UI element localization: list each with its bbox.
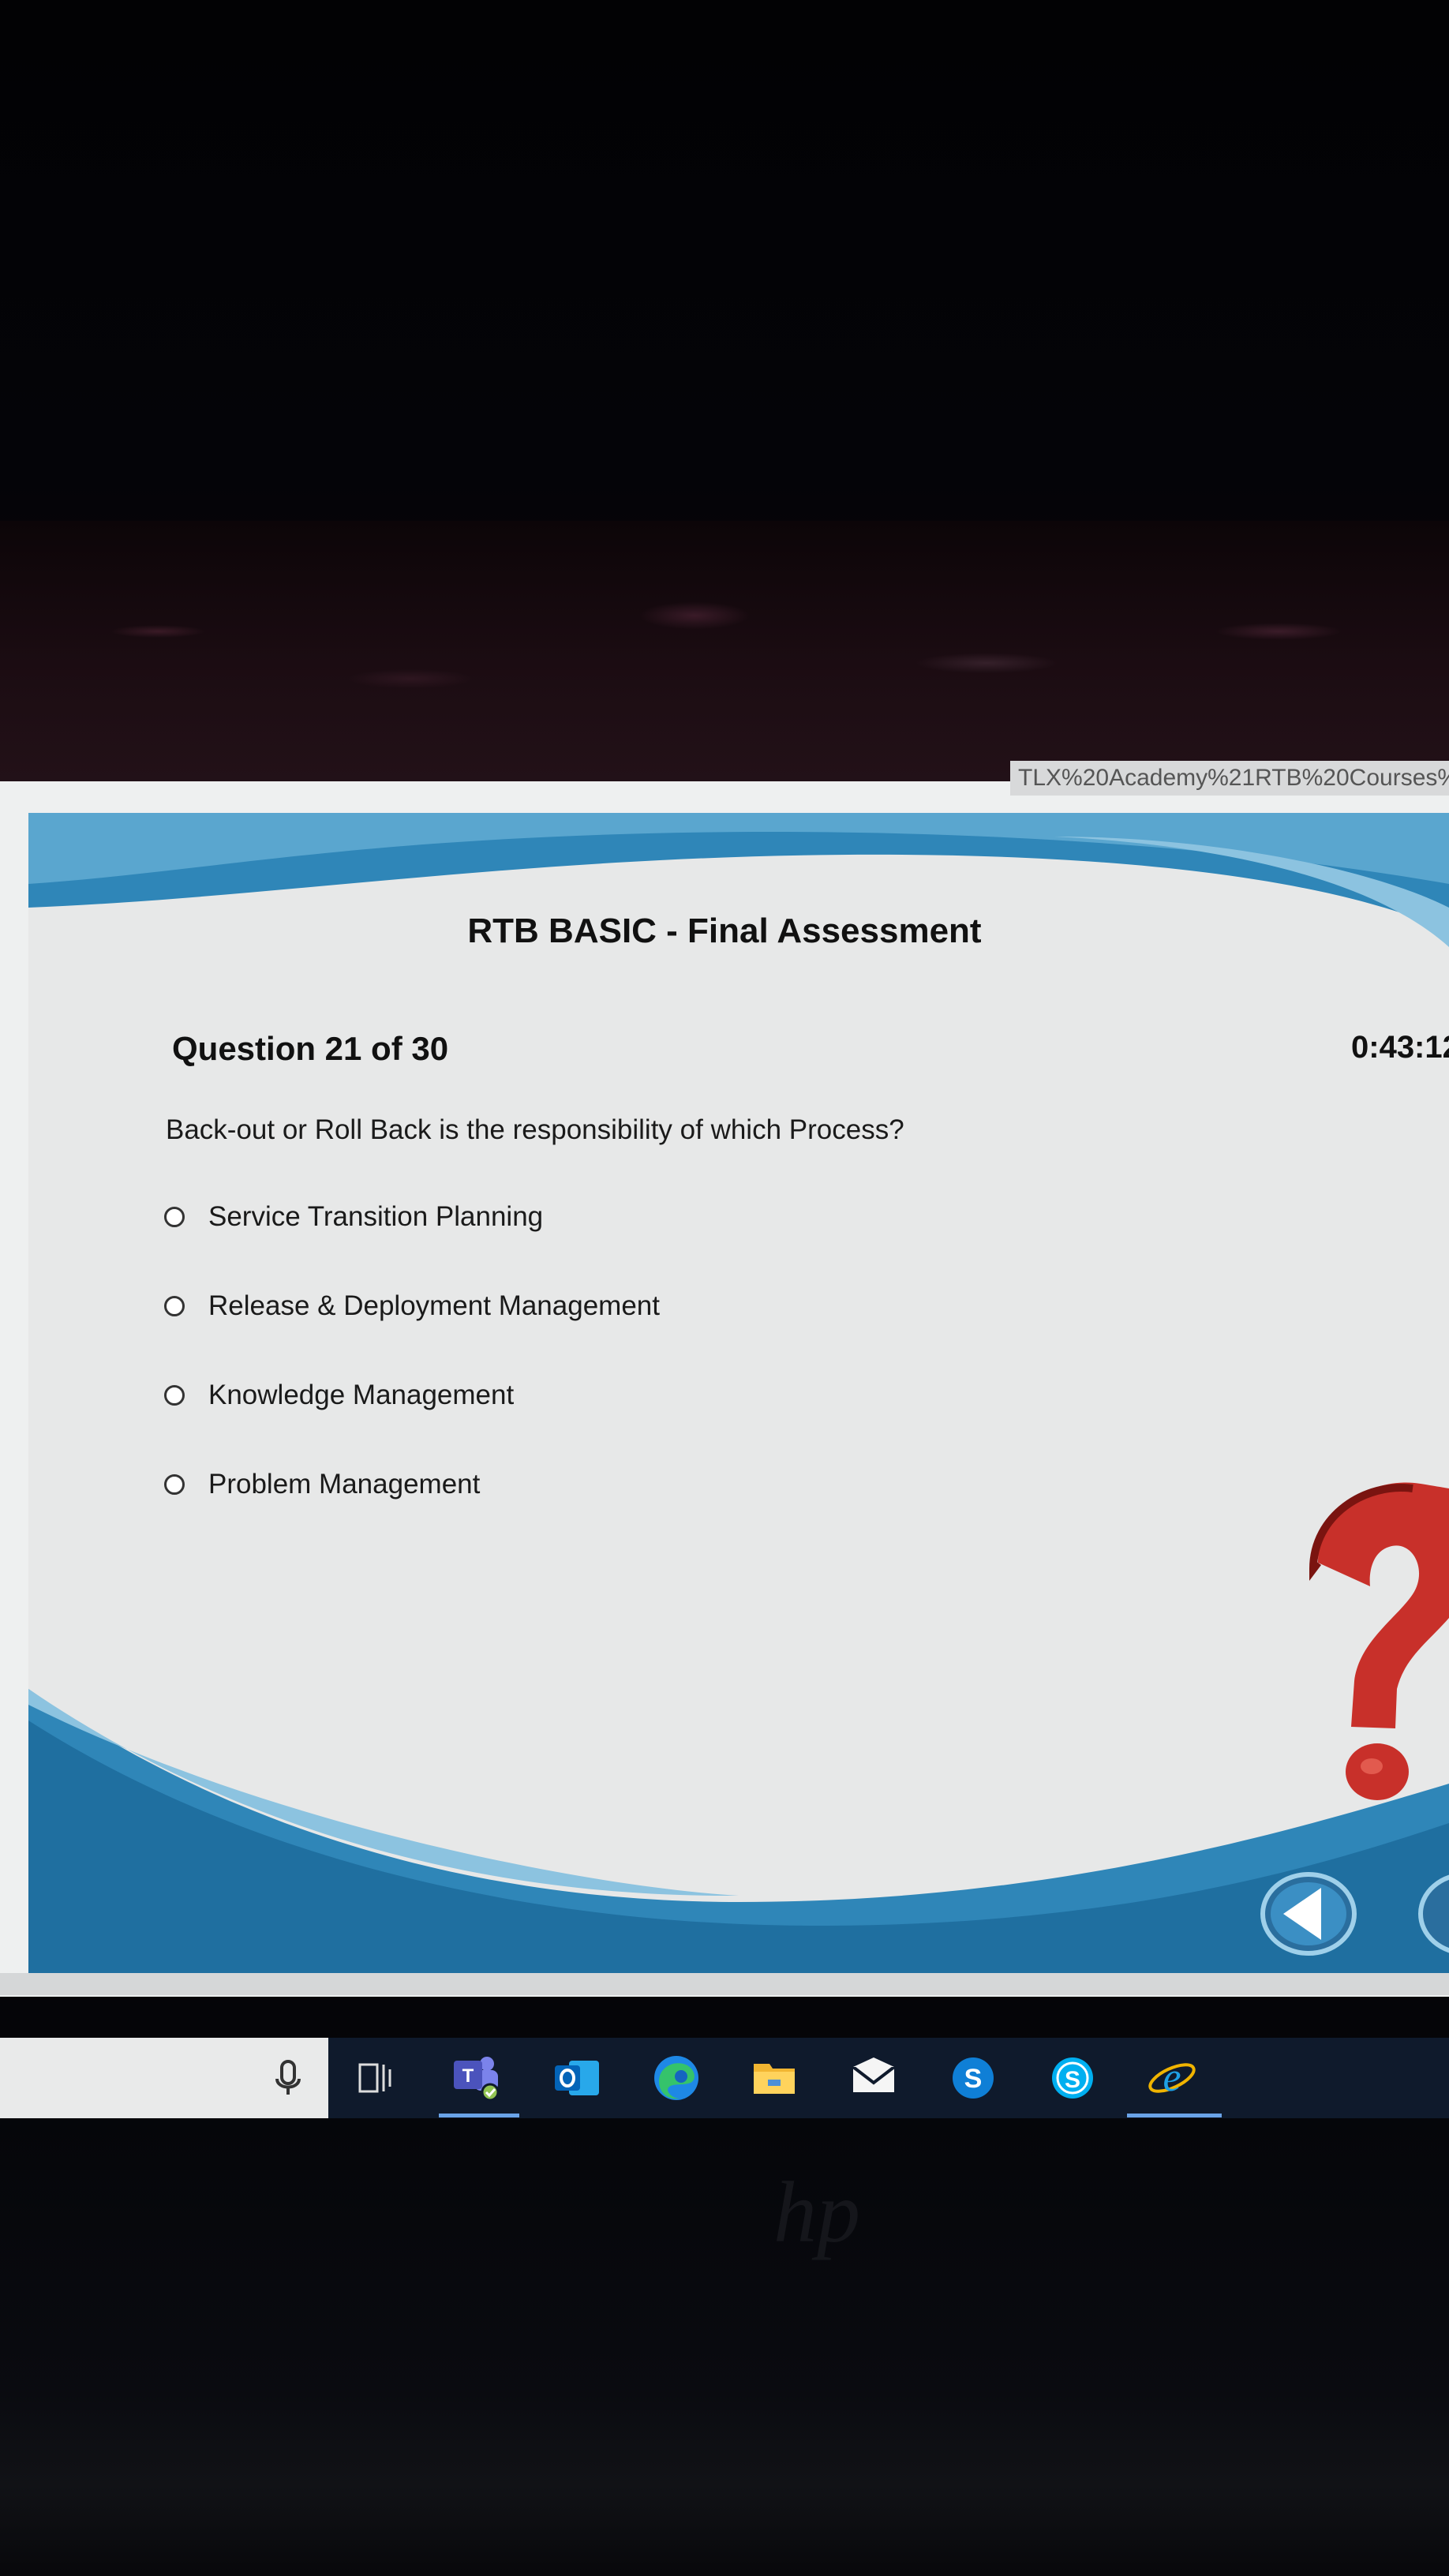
svg-text:e: e bbox=[1163, 2055, 1181, 2100]
option-label: Release & Deployment Management bbox=[208, 1290, 660, 1321]
question-mark-icon bbox=[1309, 1482, 1449, 1800]
microphone-icon[interactable] bbox=[262, 2052, 314, 2104]
option-problem-management[interactable]: Problem Management bbox=[164, 1469, 480, 1500]
quiz-title: RTB BASIC - Final Assessment bbox=[467, 912, 982, 950]
outlook-icon[interactable] bbox=[551, 2052, 603, 2104]
radio-button[interactable] bbox=[164, 1296, 185, 1316]
screen-divider bbox=[0, 1973, 1449, 1995]
hp-logo: hp bbox=[773, 2164, 860, 2260]
svg-text:S: S bbox=[964, 2064, 983, 2094]
file-explorer-icon[interactable] bbox=[748, 2052, 800, 2104]
task-view-icon[interactable] bbox=[349, 2052, 401, 2104]
option-label: Knowledge Management bbox=[208, 1380, 515, 1410]
bottom-banner bbox=[28, 1689, 1449, 1973]
option-release-deployment-management[interactable]: Release & Deployment Management bbox=[164, 1290, 660, 1322]
svg-text:S: S bbox=[1065, 2067, 1080, 2093]
radio-button[interactable] bbox=[164, 1385, 185, 1406]
question-text: Back-out or Roll Back is the responsibil… bbox=[166, 1114, 904, 1145]
url-text: TLX%20Academy%21RTB%20Courses%2f bbox=[1018, 765, 1449, 791]
laptop-bezel bbox=[0, 2118, 1449, 2576]
edge-icon[interactable] bbox=[650, 2052, 702, 2104]
option-label: Service Transition Planning bbox=[208, 1201, 544, 1232]
teams-icon[interactable]: T bbox=[450, 2052, 502, 2104]
skype-icon[interactable]: S bbox=[1046, 2052, 1099, 2104]
option-label: Problem Management bbox=[208, 1469, 481, 1500]
previous-button[interactable] bbox=[1260, 1870, 1357, 1957]
option-service-transition-planning[interactable]: Service Transition Planning bbox=[164, 1201, 543, 1233]
internet-explorer-icon[interactable]: e bbox=[1146, 2052, 1198, 2104]
question-counter: Question 21 of 30 bbox=[172, 1030, 449, 1067]
teams-active-indicator bbox=[439, 2114, 519, 2117]
next-button[interactable] bbox=[1417, 1870, 1449, 1957]
radio-button[interactable] bbox=[164, 1207, 185, 1227]
mail-icon[interactable] bbox=[848, 2052, 900, 2104]
svg-text:T: T bbox=[462, 2065, 474, 2087]
radio-button[interactable] bbox=[164, 1474, 185, 1495]
countdown-timer: 0:43:12 bbox=[1351, 1030, 1449, 1065]
address-bar[interactable]: TLX%20Academy%21RTB%20Courses%2f bbox=[1010, 761, 1449, 796]
ie-active-indicator bbox=[1127, 2114, 1222, 2117]
option-knowledge-management[interactable]: Knowledge Management bbox=[164, 1380, 514, 1411]
skype-business-icon[interactable]: S bbox=[947, 2052, 999, 2104]
